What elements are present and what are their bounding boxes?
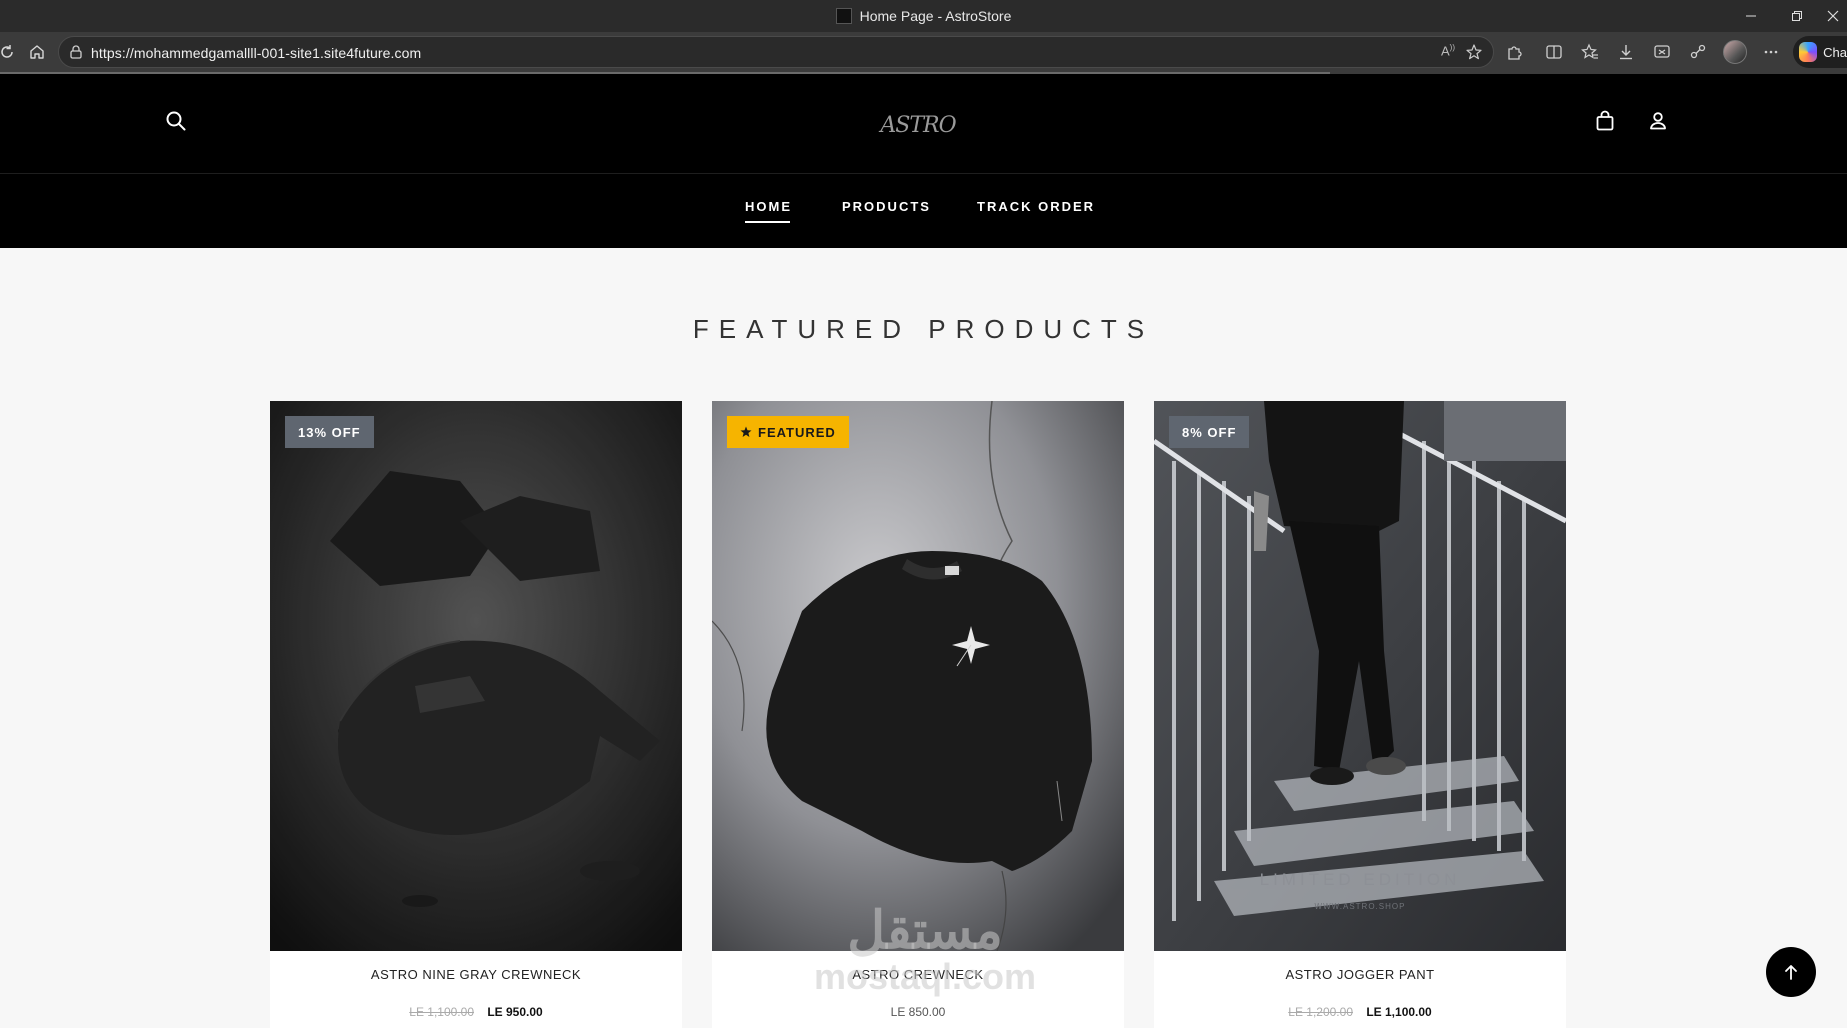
back-to-top-button[interactable] <box>1766 947 1816 997</box>
site-logo[interactable]: ASTRO <box>858 105 978 145</box>
discount-badge: 8% OFF <box>1169 416 1250 448</box>
search-button[interactable] <box>162 107 190 135</box>
screenshot-button[interactable] <box>1646 32 1678 72</box>
main-navigation: HOME PRODUCTS TRACK ORDER <box>0 174 1847 248</box>
logo-text: ASTRO <box>880 112 956 138</box>
copilot-icon <box>1799 42 1818 62</box>
arrow-up-icon <box>1785 965 1797 980</box>
refresh-button[interactable] <box>0 32 22 72</box>
lock-icon <box>69 44 85 60</box>
window-title: Home Page - AstroStore <box>0 0 1847 32</box>
product-card[interactable]: FEATURED ASTRO CREWNECK LE 850.00 <box>712 401 1124 1028</box>
tab-title: Home Page - AstroStore <box>859 8 1012 24</box>
nav-products[interactable]: PRODUCTS <box>842 199 931 214</box>
account-button[interactable] <box>1644 107 1672 135</box>
screenshot-icon <box>1654 45 1670 58</box>
sale-price: LE 950.00 <box>487 1005 543 1019</box>
more-menu-button[interactable] <box>1755 32 1787 72</box>
nav-track-order[interactable]: TRACK ORDER <box>977 199 1095 214</box>
cart-button[interactable] <box>1591 107 1619 135</box>
favorite-star-icon[interactable] <box>1465 43 1483 66</box>
product-price: LE 1,100.00 LE 950.00 <box>270 1005 682 1019</box>
shopping-bag-icon <box>1596 110 1614 131</box>
share-button[interactable] <box>1682 32 1714 72</box>
sale-price: LE 1,100.00 <box>1366 1005 1432 1019</box>
featured-badge: FEATURED <box>727 416 849 448</box>
address-bar[interactable]: https://mohammedgamallll-001-site1.site4… <box>58 36 1494 68</box>
photo-subcaption: WWW.ASTRO.SHOP <box>1315 902 1406 911</box>
profile-avatar[interactable] <box>1723 40 1747 64</box>
url-text[interactable]: https://mohammedgamallll-001-site1.site4… <box>91 45 421 61</box>
site-favicon-icon <box>835 8 852 24</box>
star-icon <box>740 426 752 437</box>
product-name[interactable]: ASTRO CREWNECK <box>712 967 1124 982</box>
home-icon <box>30 45 44 59</box>
original-price: LE 1,100.00 <box>409 1005 474 1019</box>
puzzle-icon <box>1508 46 1522 60</box>
browser-title-bar: Home Page - AstroStore <box>0 0 1847 32</box>
photo-caption: LIMITED EDITION <box>1260 870 1461 889</box>
price: LE 850.00 <box>890 1005 946 1019</box>
more-dots-icon <box>1764 50 1778 54</box>
restore-icon <box>1792 11 1802 21</box>
product-image[interactable] <box>712 401 1124 951</box>
product-card[interactable]: LIMITED EDITION WWW.ASTRO.SHOP 8% OFF AS… <box>1154 401 1566 1028</box>
extensions-button[interactable] <box>1498 32 1530 72</box>
product-price: LE 850.00 <box>712 1005 1124 1019</box>
split-screen-button[interactable] <box>1538 32 1570 72</box>
close-window-button[interactable] <box>1810 0 1847 32</box>
user-icon <box>1650 112 1666 130</box>
product-image[interactable]: LIMITED EDITION WWW.ASTRO.SHOP <box>1154 401 1566 951</box>
favorites-icon <box>1581 43 1598 59</box>
product-name[interactable]: ASTRO NINE GRAY CREWNECK <box>270 967 682 982</box>
copilot-button[interactable]: Cha <box>1793 36 1847 68</box>
discount-badge: 13% OFF <box>285 416 374 448</box>
split-screen-icon <box>1546 45 1562 59</box>
nav-home[interactable]: HOME <box>745 199 792 223</box>
refresh-icon <box>1 45 13 58</box>
close-icon <box>1827 10 1839 22</box>
section-title: FEATURED PRODUCTS <box>692 314 1155 344</box>
share-icon <box>1690 44 1706 59</box>
download-icon <box>1620 45 1632 60</box>
product-name[interactable]: ASTRO JOGGER PANT <box>1154 967 1566 982</box>
minimize-button[interactable] <box>1728 0 1774 32</box>
read-aloud-icon[interactable]: A)) <box>1441 43 1455 58</box>
minimize-icon <box>1746 15 1756 17</box>
downloads-button[interactable] <box>1610 32 1642 72</box>
copilot-label: Cha <box>1823 44 1847 60</box>
product-card[interactable]: 13% OFF ASTRO NINE GRAY CREWNECK LE 1,10… <box>270 401 682 1028</box>
favorites-button[interactable] <box>1574 32 1606 72</box>
product-image[interactable] <box>270 401 682 951</box>
product-price: LE 1,200.00 LE 1,100.00 <box>1154 1005 1566 1019</box>
site-header: ASTRO <box>0 74 1847 174</box>
search-icon <box>166 111 186 131</box>
home-button[interactable] <box>22 32 52 72</box>
original-price: LE 1,200.00 <box>1288 1005 1353 1019</box>
